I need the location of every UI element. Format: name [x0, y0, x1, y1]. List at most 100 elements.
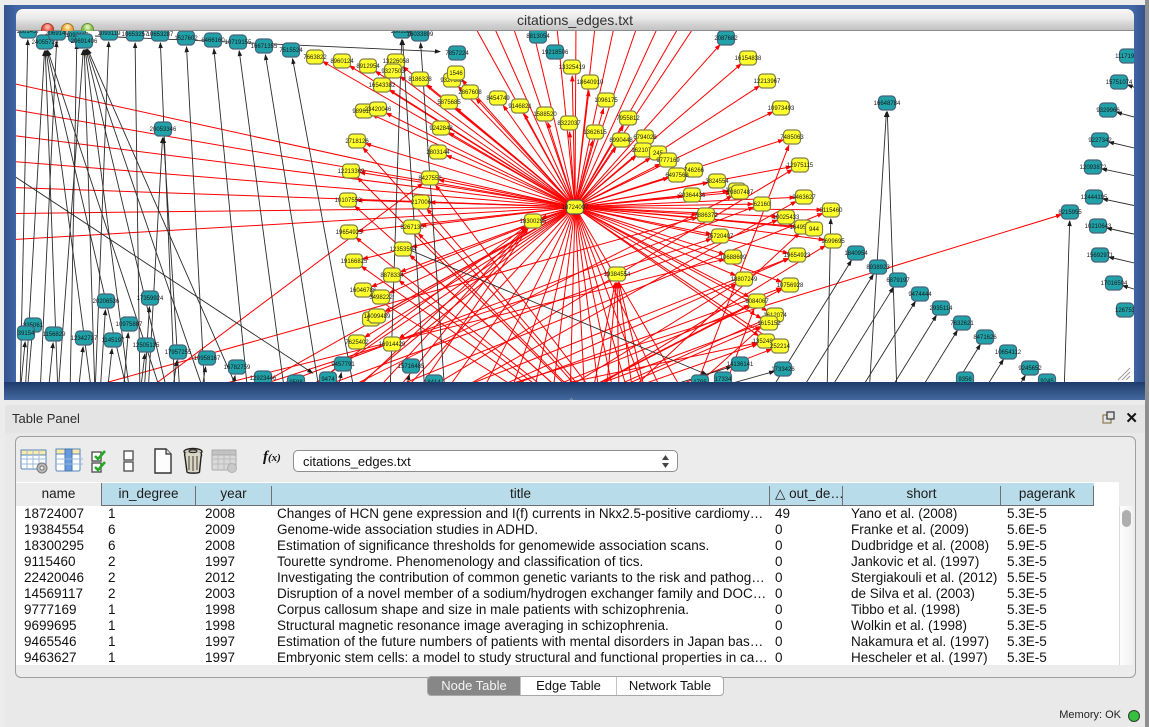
svg-text:16543382: 16543382	[369, 83, 396, 89]
svg-text:9356: 9356	[958, 377, 972, 382]
svg-text:9227342: 9227342	[1088, 138, 1112, 144]
svg-text:8454749: 8454749	[486, 96, 510, 102]
svg-text:1681457: 1681457	[16, 31, 40, 35]
svg-text:8912954: 8912954	[356, 64, 380, 70]
svg-text:15692971: 15692971	[1087, 253, 1114, 259]
svg-text:12975115: 12975115	[787, 163, 814, 169]
svg-text:1546: 1546	[449, 71, 463, 77]
svg-text:14136141: 14136141	[727, 362, 754, 368]
svg-text:1362615: 1362615	[583, 130, 607, 136]
svg-text:18724007: 18724007	[562, 205, 589, 211]
svg-text:9146821: 9146821	[508, 104, 532, 110]
svg-text:6466160: 6466160	[201, 38, 225, 44]
svg-text:8186328: 8186328	[408, 77, 432, 83]
svg-text:15720407: 15720407	[707, 234, 734, 240]
svg-text:12505135: 12505135	[133, 343, 160, 349]
svg-text:19384554: 19384554	[604, 272, 631, 278]
svg-text:8414: 8414	[427, 380, 441, 382]
svg-text:12353594: 12353594	[390, 247, 417, 253]
svg-text:8813054: 8813054	[526, 34, 550, 40]
svg-text:8471626: 8471626	[973, 335, 997, 341]
svg-text:9463627: 9463627	[792, 195, 816, 201]
svg-text:1588520: 1588520	[533, 112, 557, 118]
svg-text:23420046: 23420046	[365, 107, 392, 113]
svg-text:7625402: 7625402	[345, 340, 369, 346]
svg-text:18807249: 18807249	[731, 277, 758, 283]
svg-text:2087682: 2087682	[714, 36, 738, 42]
svg-text:20053346: 20053346	[150, 127, 177, 133]
svg-text:3498222: 3498222	[369, 295, 393, 301]
svg-text:9474444: 9474444	[908, 292, 932, 298]
svg-text:16782759: 16782759	[224, 365, 251, 371]
svg-text:16914429: 16914429	[379, 342, 406, 348]
svg-text:17359924: 17359924	[137, 296, 164, 302]
svg-text:6879197: 6879197	[886, 278, 910, 284]
svg-text:9329966: 9329966	[1096, 108, 1120, 114]
svg-text:2867608: 2867608	[458, 90, 482, 96]
svg-text:10653287: 10653287	[147, 32, 174, 38]
svg-text:217006: 217006	[411, 200, 432, 206]
svg-text:18640910: 18640910	[577, 80, 604, 86]
svg-text:62160: 62160	[754, 202, 771, 208]
svg-text:10973493: 10973493	[768, 106, 795, 112]
svg-text:1156829: 1156829	[43, 332, 67, 338]
svg-text:16154838: 16154838	[735, 56, 762, 62]
svg-text:2718126: 2718126	[345, 139, 369, 145]
svg-text:9777169: 9777169	[656, 158, 680, 164]
svg-text:1733426: 1733426	[771, 367, 795, 373]
svg-text:1145197: 1145197	[102, 338, 126, 344]
svg-text:1840954: 1840954	[844, 251, 868, 257]
svg-text:252214: 252214	[770, 344, 791, 350]
svg-text:10756928: 10756928	[777, 283, 804, 289]
svg-text:6497568: 6497568	[665, 173, 689, 179]
svg-text:2935114: 2935114	[930, 306, 954, 312]
svg-text:8938923: 8938923	[866, 265, 890, 271]
svg-text:2803144: 2803144	[426, 150, 450, 156]
svg-text:10107553: 10107553	[335, 198, 362, 204]
svg-text:13325419: 13325419	[559, 65, 586, 71]
svg-text:12342737: 12342737	[71, 336, 98, 342]
svg-text:15751074: 15751074	[1106, 80, 1133, 86]
svg-text:12923446: 12923446	[250, 376, 277, 382]
svg-text:944: 944	[809, 227, 820, 233]
svg-text:10025433: 10025433	[773, 215, 800, 221]
svg-text:20691406: 20691406	[71, 39, 98, 45]
svg-text:7857224: 7857224	[445, 51, 469, 57]
svg-text:6794028: 6794028	[633, 135, 657, 141]
svg-text:19218506: 19218506	[542, 50, 569, 56]
svg-text:1795: 1795	[693, 380, 707, 382]
svg-text:12213967: 12213967	[754, 79, 781, 85]
svg-text:16648784: 16648784	[874, 101, 901, 107]
svg-text:3824554: 3824554	[705, 179, 729, 185]
svg-text:39154: 39154	[18, 331, 35, 337]
svg-text:10688609: 10688609	[720, 255, 747, 261]
svg-text:1093119: 1093119	[98, 31, 122, 37]
svg-text:9598: 9598	[289, 380, 303, 382]
svg-text:9327503: 9327503	[381, 69, 405, 75]
svg-text:9245: 9245	[1040, 379, 1054, 382]
svg-text:15716485: 15716485	[398, 364, 425, 370]
svg-text:18300295: 18300295	[520, 219, 547, 225]
svg-text:5875685: 5875685	[437, 100, 461, 106]
svg-text:12213369: 12213369	[338, 169, 365, 175]
svg-text:126753: 126753	[1115, 308, 1134, 314]
svg-text:8878334: 8878334	[380, 273, 404, 279]
svg-text:10975887: 10975887	[116, 322, 143, 328]
svg-text:9457791: 9457791	[331, 362, 355, 368]
svg-text:7955812: 7955812	[616, 116, 640, 122]
svg-text:9474: 9474	[321, 377, 335, 382]
svg-text:10653257: 10653257	[122, 32, 149, 38]
svg-text:14099489: 14099489	[364, 314, 391, 320]
svg-text:9245652: 9245652	[1018, 366, 1042, 372]
svg-text:8990448: 8990448	[609, 138, 633, 144]
svg-text:17334: 17334	[715, 377, 732, 382]
svg-text:7515524: 7515524	[279, 48, 303, 54]
svg-text:19654923: 19654923	[784, 253, 811, 259]
svg-text:7485063: 7485063	[780, 135, 804, 141]
svg-text:1615152: 1615152	[757, 321, 781, 327]
svg-text:12444195: 12444195	[1081, 195, 1108, 201]
svg-text:12093872: 12093872	[1080, 165, 1107, 171]
svg-text:8215955: 8215955	[1058, 210, 1082, 216]
svg-text:9699695: 9699695	[821, 239, 845, 245]
svg-text:1527602: 1527602	[174, 36, 198, 42]
